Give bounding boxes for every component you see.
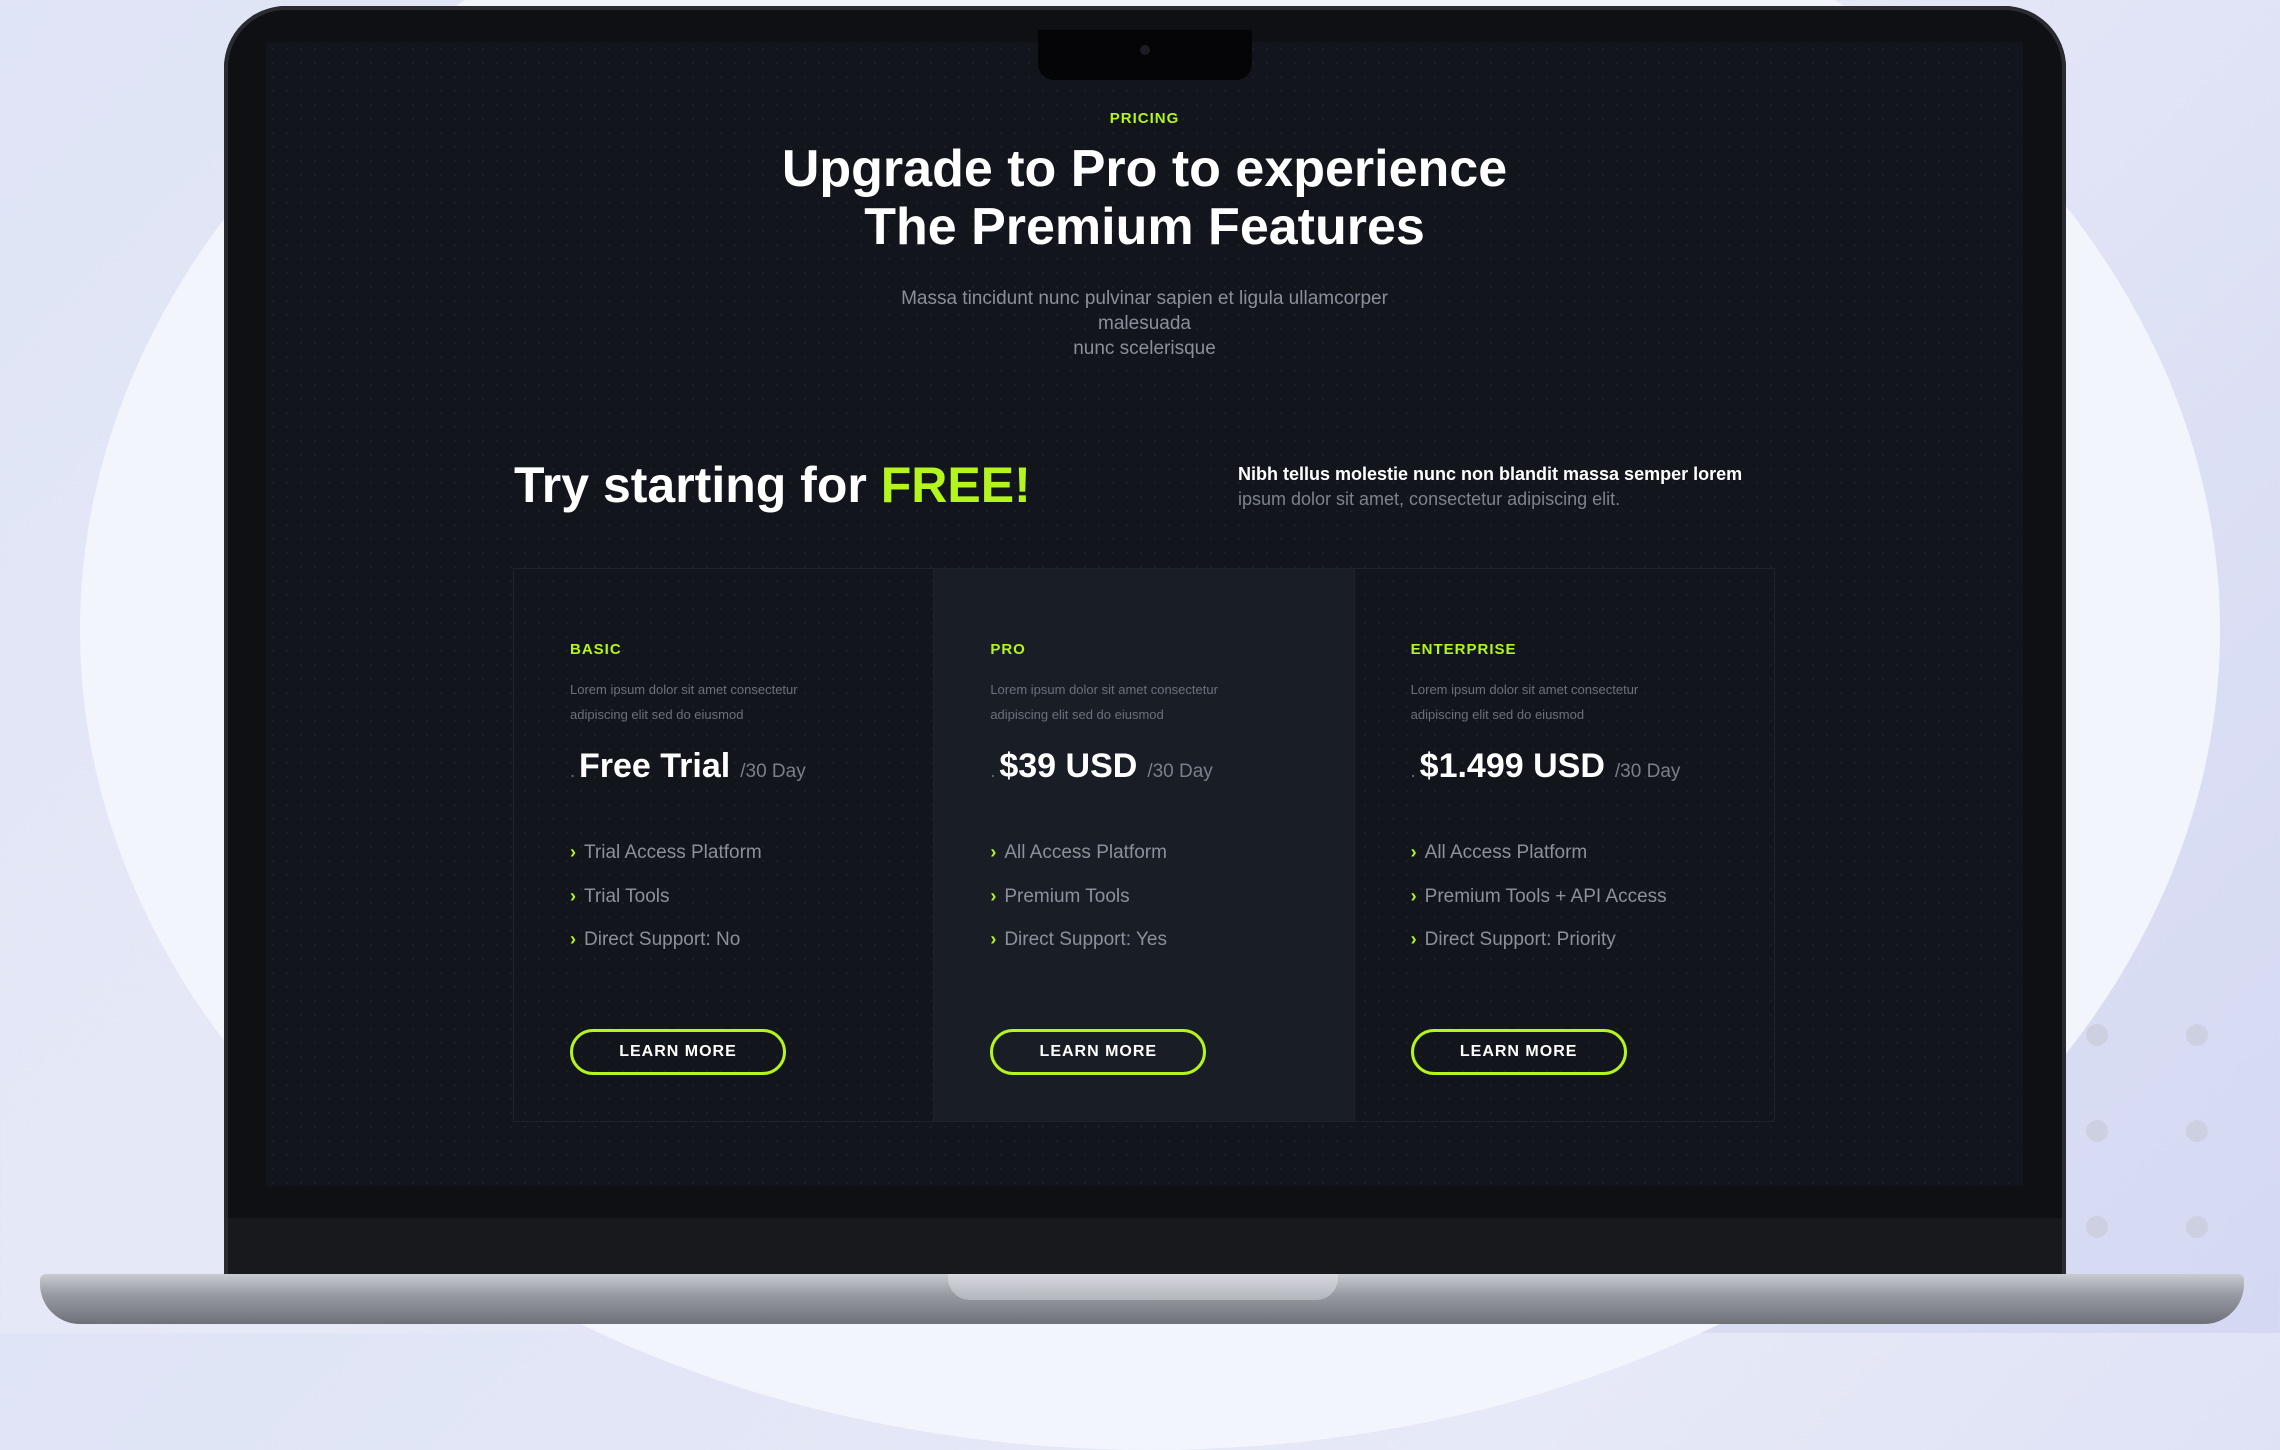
plan-name: ENTERPRISE: [1410, 641, 1517, 658]
free-trial-heading-prefix: Try starting for: [514, 457, 881, 513]
plan-description: Lorem ipsum dolor sit amet consectetur a…: [990, 677, 1270, 727]
page-subtitle-line-2: malesuada: [1098, 313, 1191, 334]
plan-description-line-2: adipiscing elit sed do eiusmod: [1410, 707, 1585, 722]
free-trial-highlight: FREE!: [880, 457, 1031, 513]
page-title-line-1: Upgrade to Pro to experience: [781, 140, 1508, 198]
page-subtitle-line-1: Massa tincidunt nunc pulvinar sapien et …: [901, 288, 1388, 309]
camera-notch: [1038, 30, 1252, 80]
plan-price: $1.499 USD: [1419, 747, 1605, 785]
plan-features: › All Access Platform › Premium Tools › Dir…: [990, 831, 1167, 962]
learn-more-button-basic[interactable]: LEARN MORE: [570, 1029, 786, 1075]
plan-features: › Trial Access Platform › Trial Tools › Dir…: [570, 831, 762, 962]
feature-item: › Direct Support: Priority: [1411, 918, 1667, 962]
plan-description-line-2: adipiscing elit sed do eiusmod: [990, 707, 1164, 722]
pricing-card-pro: PRO Lorem ipsum dolor sit amet consectet…: [934, 569, 1355, 1121]
feature-label: All Access Platform: [1424, 842, 1588, 863]
feature-item: › Trial Access Platform: [570, 831, 762, 875]
plan-name: PRO: [990, 641, 1026, 658]
chevron-right-icon: ›: [1410, 929, 1417, 949]
plan-price-row: . Free Trial/30 Day: [570, 747, 806, 786]
plan-price-row: . $1.499 USD/30 Day: [1411, 747, 1681, 786]
feature-item: › Trial Tools: [570, 875, 762, 919]
feature-label: Direct Support: Priority: [1424, 929, 1616, 950]
pricing-card-basic: BASIC Lorem ipsum dolor sit amet consect…: [514, 569, 935, 1121]
feature-label: Trial Access Platform: [584, 842, 762, 863]
page-title: Upgrade to Pro to experience The Premium…: [266, 140, 2023, 256]
chevron-right-icon: ›: [570, 929, 576, 949]
chevron-right-icon: ›: [990, 885, 997, 906]
plan-description-line-1: Lorem ipsum dolor sit amet consectetur: [990, 682, 1218, 697]
feature-label: All Access Platform: [1004, 842, 1167, 863]
promo-note-strong: Nibh tellus molestie nunc non blandit ma…: [1238, 464, 1743, 484]
promo-note: Nibh tellus molestie nunc non blandit ma…: [1238, 462, 1838, 512]
chevron-right-icon: ›: [1410, 885, 1417, 906]
free-trial-heading: Try starting for FREE!: [514, 456, 1031, 514]
plan-description: Lorem ipsum dolor sit amet consectetur a…: [1411, 677, 1691, 727]
chevron-right-icon: ›: [570, 885, 576, 906]
feature-label: Premium Tools + API Access: [1424, 885, 1667, 907]
plan-description-line-1: Lorem ipsum dolor sit amet consectetur: [570, 682, 798, 697]
plan-price-row: . $39 USD/30 Day: [990, 747, 1212, 786]
pricing-cards: BASIC Lorem ipsum dolor sit amet consect…: [513, 568, 1775, 1122]
feature-item: › Premium Tools + API Access: [1411, 875, 1667, 919]
page-subtitle-line-3: nunc scelerisque: [1073, 338, 1216, 359]
feature-item: › All Access Platform: [1411, 831, 1667, 875]
chevron-right-icon: ›: [990, 929, 997, 949]
page-subtitle: Massa tincidunt nunc pulvinar sapien et …: [266, 286, 2023, 361]
price-marker: .: [570, 761, 576, 781]
learn-more-button-enterprise[interactable]: LEARN MORE: [1410, 1029, 1627, 1075]
feature-label: Premium Tools: [1004, 885, 1130, 907]
feature-item: › Direct Support: Yes: [990, 918, 1167, 962]
feature-item: › Direct Support: No: [570, 918, 762, 962]
plan-name: BASIC: [570, 641, 622, 658]
promo-note-soft: ipsum dolor sit amet, consectetur adipis…: [1238, 489, 1621, 509]
plan-description: Lorem ipsum dolor sit amet consectetur a…: [570, 677, 850, 727]
page-title-line-2: The Premium Features: [864, 198, 1425, 256]
camera-icon: [1140, 45, 1150, 55]
plan-period: /30 Day: [740, 761, 806, 782]
plan-price: $39 USD: [999, 747, 1138, 785]
plan-description-line-2: adipiscing elit sed do eiusmod: [570, 707, 744, 722]
chevron-right-icon: ›: [570, 842, 576, 862]
learn-more-button-pro[interactable]: LEARN MORE: [990, 1029, 1207, 1075]
price-marker: .: [990, 761, 996, 781]
chevron-right-icon: ›: [1410, 842, 1417, 862]
feature-item: › All Access Platform: [990, 831, 1167, 875]
plan-period: /30 Day: [1147, 761, 1213, 782]
chevron-right-icon: ›: [990, 842, 997, 862]
feature-item: › Premium Tools: [990, 875, 1167, 919]
plan-description-line-1: Lorem ipsum dolor sit amet consectetur: [1410, 682, 1639, 697]
plan-features: › All Access Platform › Premium Tools + AP…: [1411, 831, 1667, 962]
laptop-screen: PRICING Upgrade to Pro to experience The…: [266, 42, 2023, 1186]
decorative-dots: [2060, 1010, 2260, 1250]
laptop-bezel-bottom: [228, 1218, 2062, 1274]
plan-price: Free Trial: [579, 747, 731, 785]
feature-label: Direct Support: No: [584, 929, 741, 950]
feature-label: Trial Tools: [584, 885, 670, 907]
section-eyebrow: PRICING: [1109, 110, 1180, 127]
plan-period: /30 Day: [1614, 761, 1681, 782]
laptop-base-notch: [948, 1274, 1338, 1300]
price-marker: .: [1410, 761, 1416, 781]
pricing-card-enterprise: ENTERPRISE Lorem ipsum dolor sit amet co…: [1355, 569, 1774, 1121]
feature-label: Direct Support: Yes: [1004, 929, 1167, 950]
